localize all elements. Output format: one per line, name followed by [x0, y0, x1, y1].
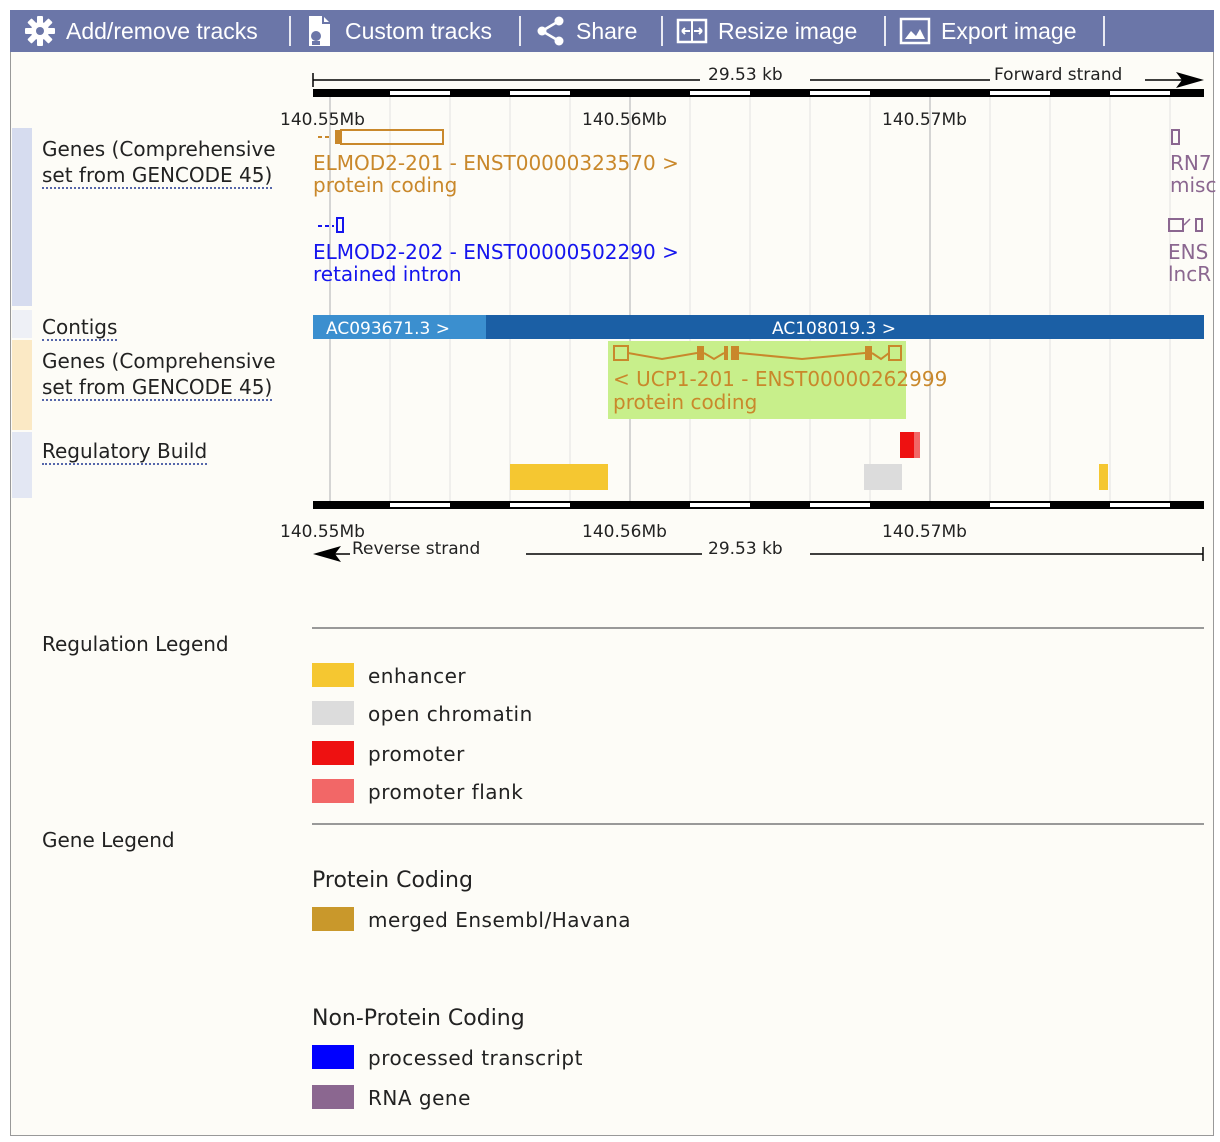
enhancer-swatch — [312, 663, 354, 687]
open-chromatin-swatch — [312, 701, 354, 725]
reverse-strand-text: Reverse strand — [352, 539, 480, 559]
rna-gene-swatch — [312, 1085, 354, 1109]
contig-2-label: AC108019.3 > — [772, 319, 896, 339]
top-tick-label: 140.56Mb — [582, 110, 667, 130]
contig-ac093671[interactable]: AC093671.3 > — [313, 315, 486, 339]
promoter-flank-swatch — [312, 779, 354, 803]
rn7-biotype: misc — [1170, 173, 1216, 197]
regulatory-features — [510, 432, 1108, 490]
bottom-scale-bar — [313, 501, 1204, 509]
promoter-flank-legend-label: promoter flank — [368, 780, 524, 804]
elmod2-202-transcript[interactable]: ELMOD2-202 - ENST00000502290 > retained … — [313, 217, 679, 286]
ucp1-201-biotype: protein coding — [613, 390, 757, 414]
elmod2-201-biotype: protein coding — [313, 173, 457, 197]
lncrna-name: ENS — [1168, 240, 1208, 264]
gene-legend-title: Gene Legend — [42, 828, 175, 852]
legend-divider — [312, 627, 1204, 629]
ucp1-201-name: < UCP1-201 - ENST00000262999 — [613, 367, 947, 391]
merged-ensembl-havana-swatch — [312, 907, 354, 931]
promoter-legend-label: promoter — [368, 742, 465, 766]
promoter-flank-feature[interactable] — [914, 432, 920, 458]
elmod2-201-name: ELMOD2-201 - ENST00000323570 > — [313, 151, 679, 175]
non-protein-coding-heading: Non-Protein Coding — [312, 1006, 525, 1031]
processed-transcript-swatch — [312, 1045, 354, 1069]
genome-browser-image[interactable]: 29.53 kb Forward strand 140.55Mb 140.56M… — [0, 0, 1220, 620]
enhancer-feature[interactable] — [510, 464, 608, 490]
rn7-feature[interactable]: RN7 misc — [1170, 129, 1216, 197]
open-chromatin-feature[interactable] — [864, 464, 902, 490]
lncrna-feature[interactable]: ENS lncR — [1168, 218, 1211, 286]
merged-ensembl-havana-label: merged Ensembl/Havana — [368, 908, 632, 932]
contig-1-label: AC093671.3 > — [326, 319, 450, 339]
processed-transcript-label: processed transcript — [368, 1046, 583, 1070]
elmod2-202-biotype: retained intron — [313, 262, 462, 286]
top-scale-bar — [313, 89, 1204, 97]
rna-gene-label: RNA gene — [368, 1086, 471, 1110]
bottom-tick-label: 140.57Mb — [882, 522, 967, 542]
open-chromatin-legend-label: open chromatin — [368, 702, 533, 726]
reverse-length-text: 29.53 kb — [708, 539, 783, 559]
ucp1-201-transcript[interactable]: < UCP1-201 - ENST00000262999 protein cod… — [608, 341, 947, 419]
protein-coding-heading: Protein Coding — [312, 868, 473, 893]
enhancer-feature[interactable] — [1099, 464, 1108, 490]
forward-length-text: 29.53 kb — [708, 65, 783, 85]
top-tick-label: 140.55Mb — [280, 110, 365, 130]
rn7-name: RN7 — [1170, 151, 1212, 175]
regulation-legend-title: Regulation Legend — [42, 632, 229, 656]
contig-ac108019[interactable]: AC108019.3 > — [486, 315, 1204, 339]
promoter-feature[interactable] — [900, 432, 914, 458]
bottom-tick-label: 140.56Mb — [582, 522, 667, 542]
enhancer-legend-label: enhancer — [368, 664, 467, 688]
elmod2-202-name: ELMOD2-202 - ENST00000502290 > — [313, 240, 679, 264]
promoter-swatch — [312, 741, 354, 765]
elmod2-201-transcript[interactable]: ELMOD2-201 - ENST00000323570 > protein c… — [313, 129, 679, 197]
lncrna-biotype: lncR — [1168, 262, 1211, 286]
legend-divider — [312, 823, 1204, 825]
top-tick-label: 140.57Mb — [882, 110, 967, 130]
forward-strand-text: Forward strand — [994, 65, 1122, 85]
